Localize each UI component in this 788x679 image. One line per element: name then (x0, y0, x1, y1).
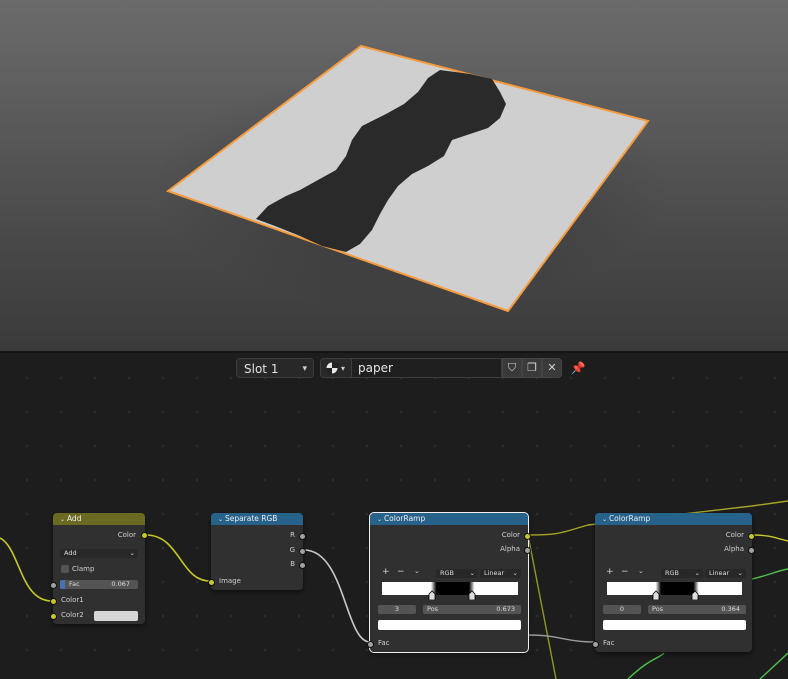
fac-label: Fac (69, 580, 80, 588)
ramp2-output-alpha-label: Alpha (724, 545, 744, 553)
ramp1-fac-label: Fac (378, 639, 390, 647)
clamp-label: Clamp (72, 565, 95, 573)
remove-stop-icon[interactable]: − (621, 567, 629, 577)
colorramp-node-1[interactable]: ⌄ ColorRamp Color Alpha + − ⌄ RGB ⌄ Line… (367, 512, 531, 653)
add-output-color-socket[interactable] (141, 532, 148, 539)
color1-input-socket[interactable] (50, 598, 57, 605)
ramp1-pos-value: 0.673 (496, 605, 515, 613)
chevron-down-icon[interactable]: ⌄ (638, 567, 644, 575)
colorramp-node-2[interactable]: ⌄ ColorRamp Color Alpha + − ⌄ RGB ⌄ Line… (592, 513, 755, 652)
ramp2-color-mode-value: RGB (665, 569, 680, 577)
ramp1-gradient-bar[interactable] (382, 582, 518, 600)
ramp1-color-mode-dropdown[interactable]: RGB ⌄ (436, 569, 478, 578)
shader-node-editor[interactable]: Slot 1 ▾ ▾ paper ⛉ ❐ ✕ 📌 ⌄ Add Color Add… (0, 353, 788, 679)
ramp2-output-color-label: Color (725, 531, 744, 539)
chevron-down-icon[interactable]: ⌄ (414, 567, 420, 575)
color2-swatch[interactable] (94, 611, 138, 621)
blend-mode-value: Add (64, 549, 77, 557)
fac-slider-fill (60, 580, 65, 589)
3d-viewport[interactable] (0, 0, 788, 352)
ramp2-output-alpha-socket[interactable] (748, 547, 755, 554)
color1-label: Color1 (61, 596, 84, 604)
colorramp-1-header[interactable]: ⌄ ColorRamp (370, 513, 528, 525)
remove-stop-icon[interactable]: − (397, 567, 405, 577)
ramp1-stop-color-swatch[interactable] (378, 620, 521, 630)
ramp2-output-color-socket[interactable] (748, 533, 755, 540)
colorramp-2-title: ColorRamp (608, 514, 651, 523)
colorramp-1-title: ColorRamp (383, 514, 426, 523)
ramp2-pos-field[interactable]: Pos 0.364 (648, 605, 746, 614)
ramp2-interpolation-value: Linear (709, 569, 730, 577)
ramp2-pos-value: 0.364 (721, 605, 740, 613)
ramp1-interpolation-value: Linear (484, 569, 505, 577)
output-r-socket[interactable] (299, 533, 306, 540)
ramp1-output-alpha-socket[interactable] (524, 547, 531, 554)
ramp2-interpolation-dropdown[interactable]: Linear ⌄ (705, 569, 746, 578)
ramp2-gradient-bar[interactable] (607, 582, 742, 600)
output-g-label: G (289, 546, 295, 554)
output-b-label: B (290, 560, 295, 568)
chevron-down-icon: ⌄ (512, 569, 518, 577)
color2-label: Color2 (61, 611, 84, 619)
ramp2-color-mode-dropdown[interactable]: RGB ⌄ (661, 569, 703, 578)
add-output-color-label: Color (117, 531, 136, 539)
clamp-checkbox[interactable] (61, 565, 69, 573)
image-input-socket[interactable] (208, 579, 215, 586)
ramp1-color-mode-value: RGB (440, 569, 455, 577)
ramp1-output-alpha-label: Alpha (500, 545, 520, 553)
ramp1-interpolation-dropdown[interactable]: Linear ⌄ (480, 569, 521, 578)
ramp1-pos-field[interactable]: Pos 0.673 (423, 605, 521, 614)
add-node-header[interactable]: ⌄ Add (53, 513, 145, 525)
output-r-label: R (290, 531, 295, 539)
ramp1-output-color-label: Color (501, 531, 520, 539)
chevron-down-icon: ⌄ (694, 569, 700, 577)
ramp1-output-color-socket[interactable] (524, 533, 531, 540)
ramp1-pos-label: Pos (427, 605, 439, 613)
fac-value: 0.067 (111, 580, 130, 588)
fac-slider[interactable]: Fac 0.067 (60, 580, 138, 589)
colorramp-2-header[interactable]: ⌄ ColorRamp (595, 513, 752, 525)
separate-rgb-node[interactable]: ⌄ Separate RGB R G B Image (208, 513, 306, 590)
image-input-label: Image (219, 577, 241, 585)
separate-rgb-title: Separate RGB (224, 514, 278, 523)
viewport-scene (150, 44, 670, 313)
output-b-socket[interactable] (299, 562, 306, 569)
chevron-down-icon: ⌄ (737, 569, 743, 577)
chevron-down-icon: ⌄ (469, 569, 475, 577)
add-stop-icon[interactable]: + (382, 567, 390, 577)
ramp2-index-field[interactable]: 0 (603, 605, 641, 614)
ramp1-fac-input-socket[interactable] (367, 641, 374, 648)
fac-input-socket[interactable] (50, 582, 57, 589)
ramp2-pos-label: Pos (652, 605, 664, 613)
blend-mode-dropdown[interactable]: Add ⌄ (60, 549, 138, 558)
ramp2-fac-label: Fac (603, 639, 615, 647)
chevron-down-icon: ⌄ (129, 549, 135, 557)
add-node-title: Add (66, 514, 82, 523)
color2-input-socket[interactable] (50, 613, 57, 620)
ramp1-index-field[interactable]: 3 (378, 605, 416, 614)
ramp2-stop-color-swatch[interactable] (603, 620, 746, 630)
add-stop-icon[interactable]: + (606, 567, 614, 577)
ramp2-fac-input-socket[interactable] (592, 641, 599, 648)
add-node[interactable]: ⌄ Add Color Add ⌄ Clamp Fac 0.067 Color1… (50, 513, 148, 624)
output-g-socket[interactable] (299, 548, 306, 555)
separate-rgb-header[interactable]: ⌄ Separate RGB (211, 513, 303, 525)
